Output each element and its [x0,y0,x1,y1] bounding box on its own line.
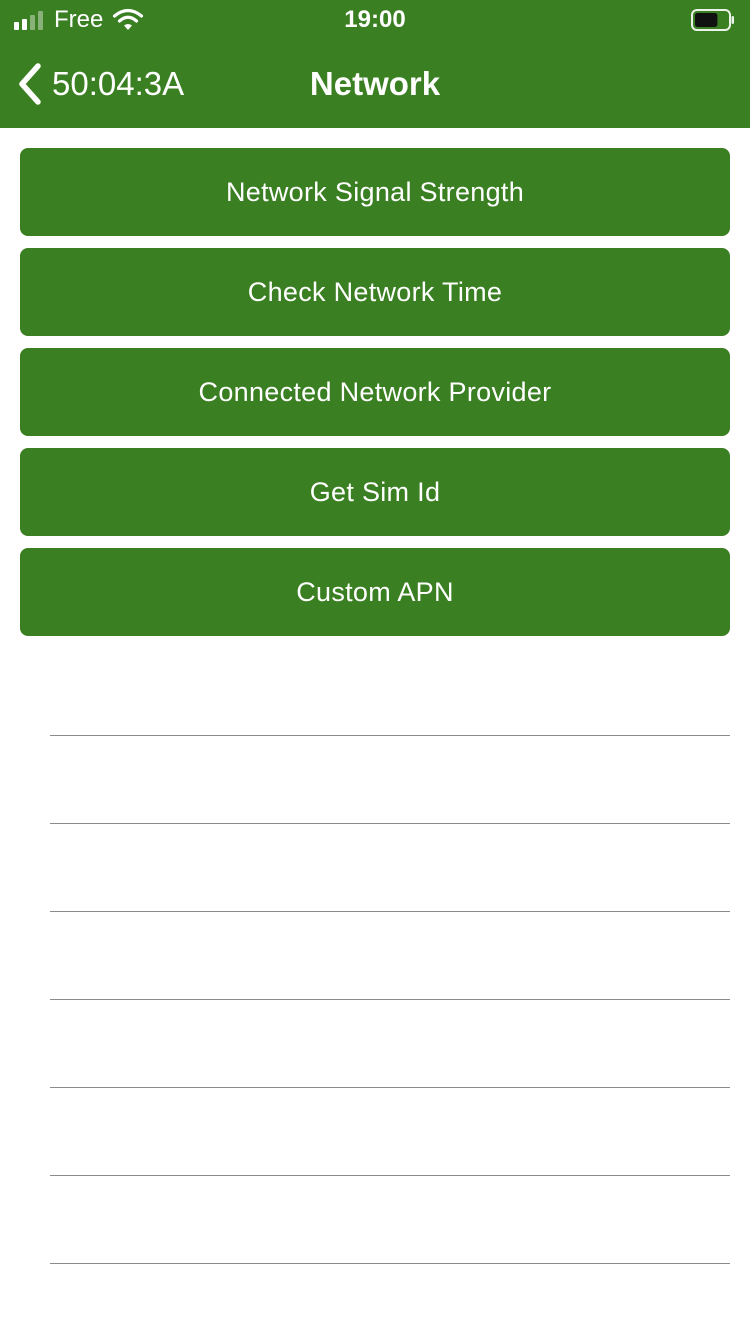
list-item[interactable] [50,736,730,824]
get-sim-id-button[interactable]: Get Sim Id [20,448,730,536]
header: Free 19:00 50:04:3A Network [0,0,750,128]
battery-icon [691,9,734,31]
list-item[interactable] [50,1088,730,1176]
custom-apn-button[interactable]: Custom APN [20,548,730,636]
list-item[interactable] [50,648,730,736]
connected-network-provider-button[interactable]: Connected Network Provider [20,348,730,436]
back-button[interactable]: 50:04:3A [14,58,184,110]
list-item[interactable] [50,912,730,1000]
back-button-label: 50:04:3A [52,65,185,102]
check-network-time-button[interactable]: Check Network Time [20,248,730,336]
status-bar: Free 19:00 [0,0,750,40]
list-item[interactable] [50,824,730,912]
list-item[interactable] [50,1000,730,1088]
chevron-left-icon [19,63,41,105]
nav-bar: 50:04:3A Network [0,40,750,128]
action-button-list: Network Signal Strength Check Network Ti… [20,148,730,648]
network-signal-strength-button[interactable]: Network Signal Strength [20,148,730,236]
results-list [50,648,730,1264]
status-time: 19:00 [344,6,406,33]
list-item[interactable] [50,1176,730,1264]
